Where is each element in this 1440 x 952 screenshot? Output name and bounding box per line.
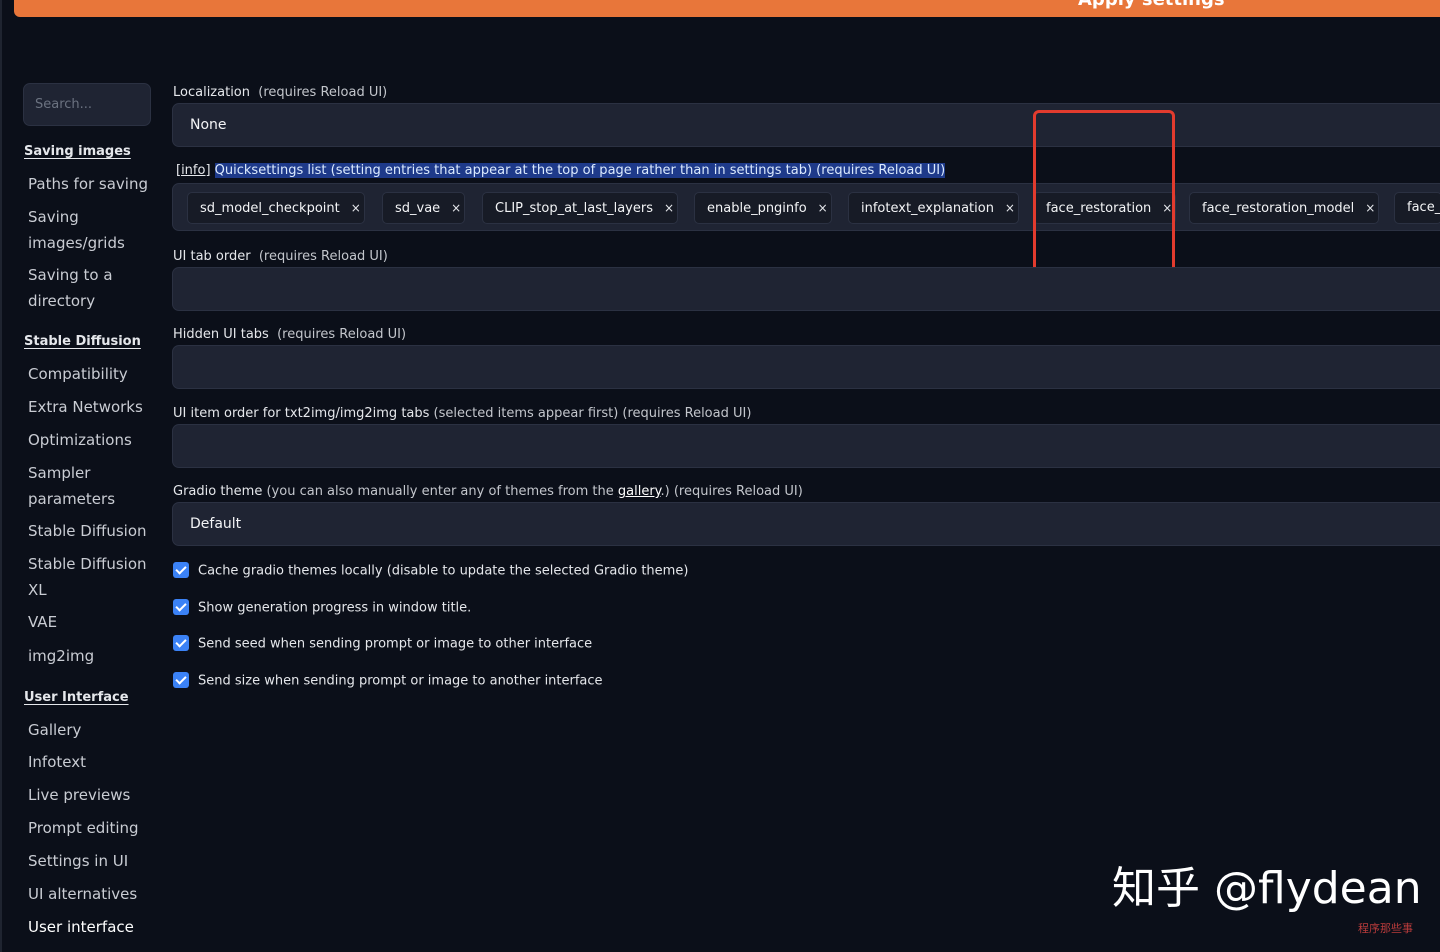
- remove-chip-icon[interactable]: ×: [815, 193, 831, 223]
- sidebar-item-settings-in-ui[interactable]: Settings in UI: [28, 848, 150, 874]
- remove-chip-icon[interactable]: ×: [661, 193, 677, 223]
- gradio-theme-label: Gradio theme (you can also manually ente…: [173, 484, 803, 499]
- ui-item-order-label: UI item order for txt2img/img2img tabs (…: [173, 406, 752, 421]
- send-size-checkbox[interactable]: Send size when sending prompt or image t…: [173, 672, 603, 689]
- sidebar-item-prompt-editing[interactable]: Prompt editing: [28, 815, 150, 841]
- remove-chip-icon[interactable]: ×: [1002, 193, 1018, 223]
- quicksettings-multiselect[interactable]: sd_model_checkpoint × sd_vae × CLIP_stop_a…: [172, 183, 1440, 231]
- window-edge: [0, 0, 2, 952]
- show-progress-title-checkbox[interactable]: Show generation progress in window title…: [173, 599, 471, 616]
- gradio-theme-dropdown[interactable]: Default: [172, 502, 1440, 546]
- chip-sd-model-checkpoint: sd_model_checkpoint ×: [187, 192, 365, 224]
- watermark-text: 知乎 @flydean: [1112, 863, 1422, 914]
- sidebar-item-live-previews[interactable]: Live previews: [28, 782, 150, 808]
- chip-enable-pnginfo: enable_pnginfo ×: [694, 192, 832, 224]
- gradio-theme-value: Default: [190, 516, 242, 532]
- localization-dropdown[interactable]: None: [172, 103, 1440, 147]
- sidebar-item-compatibility[interactable]: Compatibility: [28, 361, 150, 387]
- search-input[interactable]: Search...: [23, 83, 151, 126]
- checkbox-checked-icon[interactable]: [173, 672, 189, 688]
- localization-label: Localization (requires Reload UI): [173, 85, 388, 100]
- quicksettings-label: [info] Quicksettings list (setting entri…: [176, 163, 946, 178]
- sidebar-item-extra-networks[interactable]: Extra Networks: [28, 394, 150, 420]
- ui-item-order-input[interactable]: [172, 424, 1440, 468]
- highlight-annotation-box: [1033, 110, 1175, 278]
- remove-chip-icon[interactable]: ×: [448, 193, 464, 223]
- ui-tab-order-input[interactable]: [172, 267, 1440, 311]
- checkbox-checked-icon[interactable]: [173, 562, 189, 578]
- gallery-link[interactable]: gallery: [618, 484, 661, 499]
- hidden-ui-tabs-label: Hidden UI tabs (requires Reload UI): [173, 327, 407, 342]
- sidebar-item-user-interface[interactable]: User interface: [28, 914, 150, 940]
- chip-face-restoration-model: face_restoration_model ×: [1189, 192, 1380, 224]
- ui-tab-order-label: UI tab order (requires Reload UI): [173, 249, 388, 264]
- sidebar-item-stable-diffusion-xl[interactable]: Stable Diffusion XL: [28, 551, 150, 603]
- info-link[interactable]: [info]: [176, 163, 211, 178]
- sidebar-item-infotext[interactable]: Infotext: [28, 749, 150, 775]
- sidebar-item-saving-to-directory[interactable]: Saving to a directory: [28, 262, 150, 314]
- sidebar-section-saving-images[interactable]: Saving images: [24, 144, 131, 159]
- sidebar-item-paths-for-saving[interactable]: Paths for saving: [28, 171, 150, 197]
- chip-infotext-explanation: infotext_explanation ×: [848, 192, 1019, 224]
- checkbox-checked-icon[interactable]: [173, 599, 189, 615]
- checkbox-checked-icon[interactable]: [173, 635, 189, 651]
- sidebar-item-optimizations[interactable]: Optimizations: [28, 427, 150, 453]
- sidebar-item-stable-diffusion[interactable]: Stable Diffusion: [28, 518, 150, 544]
- chip-clip-stop-at-last-layers: CLIP_stop_at_last_layers ×: [482, 192, 678, 224]
- apply-settings-label: Apply settings: [1078, 0, 1225, 10]
- sidebar-item-ui-alternatives[interactable]: UI alternatives: [28, 881, 150, 907]
- apply-settings-button[interactable]: Apply settings: [14, 0, 1440, 17]
- sidebar-section-stable-diffusion[interactable]: Stable Diffusion: [24, 334, 141, 349]
- watermark-small-text: 程序那些事: [1358, 922, 1413, 935]
- sidebar-item-img2img[interactable]: img2img: [28, 643, 150, 669]
- remove-chip-icon[interactable]: ×: [1362, 193, 1378, 223]
- sidebar-item-vae[interactable]: VAE: [28, 609, 150, 635]
- hidden-ui-tabs-input[interactable]: [172, 345, 1440, 389]
- chip-face-truncated: face_: [1394, 192, 1440, 224]
- send-seed-checkbox[interactable]: Send seed when sending prompt or image t…: [173, 635, 592, 652]
- cache-gradio-themes-checkbox[interactable]: Cache gradio themes locally (disable to …: [173, 562, 688, 579]
- localization-value: None: [190, 117, 227, 133]
- sidebar-item-gallery[interactable]: Gallery: [28, 717, 150, 743]
- sidebar-section-user-interface[interactable]: User Interface: [24, 690, 129, 705]
- chip-sd-vae: sd_vae ×: [382, 192, 466, 224]
- sidebar-item-saving-images-grids[interactable]: Saving images/grids: [28, 204, 150, 256]
- sidebar-item-sampler-parameters[interactable]: Sampler parameters: [28, 460, 150, 512]
- remove-chip-icon[interactable]: ×: [348, 193, 364, 223]
